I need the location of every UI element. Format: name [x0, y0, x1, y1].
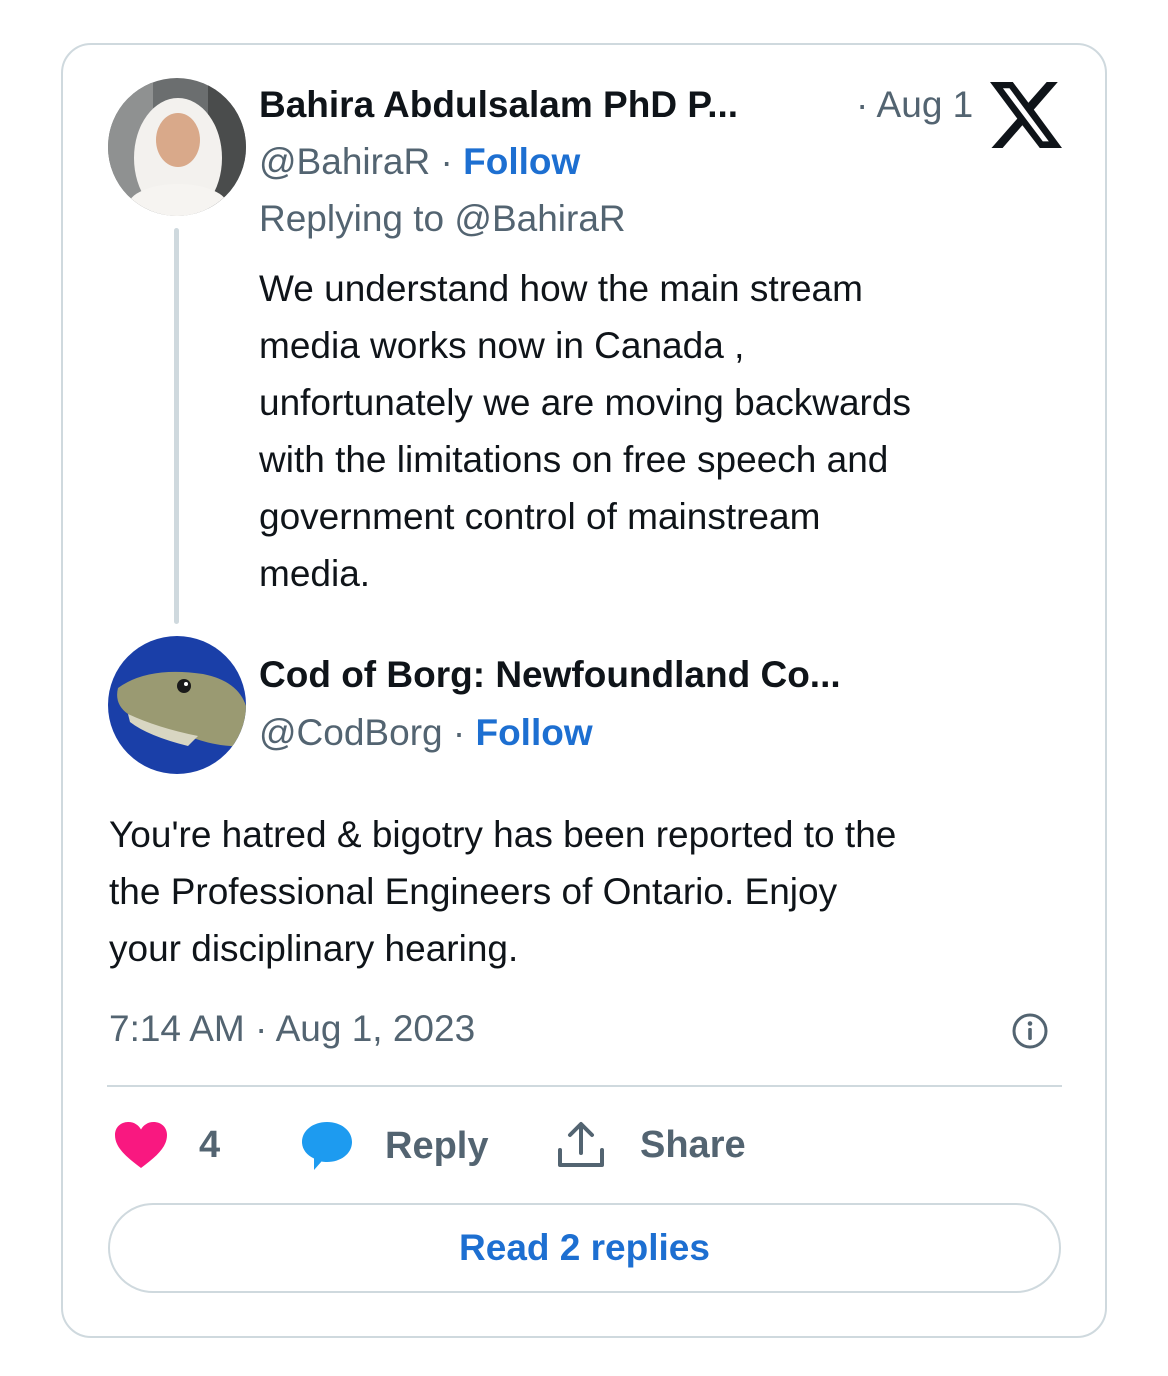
tweet-timestamp[interactable]: 7:14 AM · Aug 1, 2023 [109, 1008, 475, 1050]
reply-tweet-text: You're hatred & bigotry has been reporte… [109, 814, 897, 969]
reply-bubble-icon [302, 1122, 352, 1170]
reply-handle-row: @CodBorg · Follow [259, 712, 593, 754]
avatar-codborg[interactable] [108, 636, 246, 774]
avatar-bahira[interactable] [108, 78, 246, 216]
read-replies-label: Read 2 replies [459, 1227, 710, 1268]
share-upload-icon [558, 1122, 604, 1167]
parent-handle-row: @BahiraR · Follow [259, 141, 580, 183]
avatar-codborg-image [108, 636, 246, 774]
reply-handle[interactable]: @CodBorg [259, 712, 443, 753]
reply-display-name[interactable]: Cod of Borg: Newfoundland Co... [259, 654, 841, 696]
follow-button-codborg[interactable]: Follow [475, 712, 592, 753]
read-replies-button[interactable]: Read 2 replies [108, 1203, 1061, 1293]
like-count: 4 [199, 1123, 221, 1166]
parent-handle[interactable]: @BahiraR [259, 141, 430, 182]
share-label: Share [640, 1123, 746, 1166]
reply-action[interactable]: Reply [300, 1120, 488, 1172]
actions-divider [107, 1085, 1062, 1087]
avatar-bahira-image [108, 78, 246, 216]
parent-date[interactable]: · Aug 1 [856, 84, 973, 126]
follow-button-bahira[interactable]: Follow [463, 141, 580, 182]
reply-label: Reply [385, 1124, 489, 1167]
separator-dot: · [440, 141, 453, 182]
parent-display-name[interactable]: Bahira Abdulsalam PhD P... [259, 84, 738, 126]
x-logo-icon[interactable] [990, 82, 1062, 148]
like-action[interactable]: 4 [113, 1120, 220, 1170]
heart-icon [115, 1122, 167, 1168]
info-icon[interactable] [1011, 1012, 1049, 1050]
thread-connector-line [174, 228, 179, 624]
replying-to-label[interactable]: Replying to @BahiraR [259, 198, 626, 240]
share-action[interactable]: Share [556, 1120, 746, 1170]
parent-tweet-text: We understand how the main stream media … [259, 268, 911, 594]
separator-dot: · [452, 712, 466, 753]
